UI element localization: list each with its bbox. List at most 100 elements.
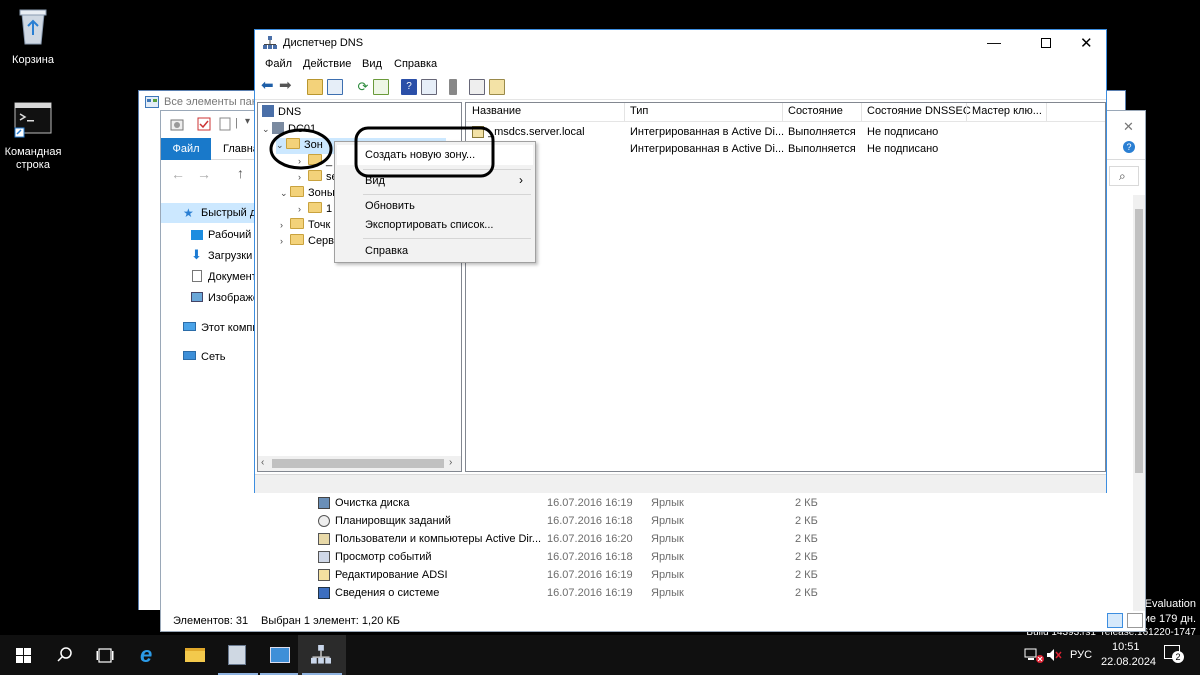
chevron-right-icon[interactable]: › — [280, 220, 290, 230]
export-list-icon[interactable] — [373, 79, 389, 95]
explorer-scrollbar[interactable] — [1133, 195, 1145, 611]
taskbar-internet-explorer[interactable]: e — [126, 635, 174, 675]
file-explorer-icon — [185, 648, 205, 662]
chevron-down-icon[interactable]: ⌄ — [280, 188, 290, 199]
nav-item-quick-access[interactable]: ★ Быстрый до — [161, 203, 262, 223]
menu-view[interactable]: Вид — [362, 58, 382, 70]
dns-titlebar[interactable]: Диспетчер DNS — ✕ — [255, 30, 1106, 56]
search-icon: ⌕ — [1119, 169, 1126, 183]
back-icon[interactable]: ⬅ — [261, 78, 277, 95]
file-date: 16.07.2016 16:19 — [547, 497, 633, 509]
ribbon-expand-icon[interactable]: ✕ — [1123, 119, 1134, 135]
back-arrow-icon[interactable]: ← — [171, 166, 185, 182]
recycle-bin-desktop-icon[interactable]: Корзина — [0, 6, 66, 67]
forward-icon[interactable]: ➡ — [279, 78, 295, 95]
menu-action[interactable]: Действие — [303, 58, 351, 70]
scroll-right-icon[interactable]: › — [449, 457, 452, 468]
file-date: 16.07.2016 16:19 — [547, 569, 633, 581]
forward-arrow-icon[interactable]: → — [197, 166, 211, 182]
tree-item-reverse-sub[interactable]: › 1 — [298, 202, 332, 218]
minimize-button[interactable]: — — [987, 35, 1001, 49]
tree-item-zone-server[interactable]: › se — [298, 170, 338, 186]
row-dnssec: Не подписано — [867, 126, 939, 138]
checkbox-icon[interactable] — [197, 117, 211, 131]
dns-manager-icon — [311, 645, 331, 664]
details-view-icon[interactable] — [1107, 613, 1123, 628]
network-icon — [183, 351, 196, 360]
task-view-button[interactable] — [82, 635, 130, 675]
help-icon[interactable]: ? — [1123, 141, 1135, 153]
search-button[interactable] — [40, 635, 88, 675]
file-row[interactable]: Пользователи и компьютеры Active Dir... … — [313, 531, 913, 549]
taskbar-server-manager[interactable] — [214, 635, 262, 675]
properties-icon[interactable] — [169, 117, 185, 133]
new-page-icon[interactable] — [219, 117, 231, 131]
input-language[interactable]: РУС — [1070, 649, 1092, 661]
row-state: Выполняется — [788, 126, 856, 138]
help-book-icon[interactable]: ? — [401, 79, 417, 95]
close-button[interactable]: ✕ — [1080, 34, 1093, 52]
nav-item-documents[interactable]: Документ — [161, 267, 261, 287]
tree-item-reverse-zones[interactable]: ⌄ Зоны — [280, 186, 335, 202]
action-center-button[interactable]: 2 — [1162, 643, 1184, 665]
dns-window-title: Диспетчер DNS — [283, 37, 364, 49]
refresh-icon[interactable]: ⟳ — [355, 79, 371, 95]
large-icons-view-icon[interactable] — [1127, 613, 1143, 628]
scrollbar-thumb[interactable] — [1135, 209, 1143, 473]
scroll-left-icon[interactable]: ‹ — [261, 457, 264, 468]
ribbon-tab-file[interactable]: Файл — [161, 138, 211, 160]
tree-h-scrollbar[interactable]: ‹ › — [258, 456, 461, 471]
records-icon[interactable] — [489, 79, 505, 95]
context-menu-item-help[interactable]: Справка — [337, 242, 533, 260]
nav-label: Рабочий с — [208, 229, 260, 241]
nav-item-desktop[interactable]: Рабочий с — [161, 225, 261, 245]
scrollbar-thumb[interactable] — [272, 459, 444, 468]
disk-cleanup-icon — [318, 497, 330, 509]
clock-time[interactable]: 10:51 — [1112, 641, 1140, 653]
command-prompt-desktop-icon[interactable]: Командная строка — [0, 100, 66, 172]
up-arrow-icon[interactable]: ↑ — [237, 165, 244, 181]
chevron-right-icon[interactable]: › — [280, 236, 290, 246]
column-header-name[interactable]: Название — [472, 105, 521, 117]
show-hide-tree-icon[interactable] — [327, 79, 343, 95]
file-row[interactable]: Сведения о системе 16.07.2016 16:19 Ярлы… — [313, 585, 913, 603]
folder-icon — [290, 218, 304, 229]
properties-pane-icon[interactable] — [421, 79, 437, 95]
file-row[interactable]: Редактирование ADSI 16.07.2016 16:19 Ярл… — [313, 567, 913, 585]
column-header-state[interactable]: Состояние — [788, 105, 843, 117]
volume-icon[interactable] — [1046, 648, 1062, 662]
clock-date[interactable]: 22.08.2024 — [1101, 656, 1156, 668]
taskbar-control-panel[interactable] — [256, 635, 304, 675]
network-error-icon[interactable] — [1036, 655, 1044, 663]
column-header-dnssec[interactable]: Состояние DNSSEC — [867, 105, 971, 117]
menu-help[interactable]: Справка — [394, 58, 437, 70]
list-row[interactable]: Интегрированная в Active Di... Выполняет… — [466, 141, 1105, 158]
chevron-right-icon[interactable]: › — [298, 204, 308, 214]
chevron-right-icon[interactable]: › — [298, 172, 308, 182]
nav-item-downloads[interactable]: ⬇ Загрузки — [161, 246, 261, 266]
qat-dropdown-icon[interactable]: ▾ — [245, 116, 250, 127]
list-row[interactable]: _msdcs.server.local Интегрированная в Ac… — [466, 124, 1105, 141]
nav-item-network[interactable]: Сеть — [161, 347, 261, 367]
taskbar-file-explorer[interactable] — [172, 635, 220, 675]
menu-file[interactable]: Файл — [265, 58, 292, 70]
nav-item-pictures[interactable]: Изображе — [161, 288, 261, 308]
column-header-type[interactable]: Тип — [630, 105, 648, 117]
tree-item-conditional-forwarders[interactable]: › Серв — [280, 234, 334, 250]
server-icon[interactable] — [449, 79, 457, 95]
list-icon[interactable] — [469, 79, 485, 95]
nav-label: Документ — [208, 271, 257, 283]
file-row[interactable]: Очистка диска 16.07.2016 16:19 Ярлык 2 К… — [313, 495, 913, 513]
nav-item-this-pc[interactable]: Этот компь — [161, 318, 261, 338]
file-row[interactable]: Просмотр событий 16.07.2016 16:18 Ярлык … — [313, 549, 913, 567]
maximize-button[interactable] — [1041, 38, 1051, 48]
context-menu-item-export[interactable]: Экспортировать список... — [337, 216, 533, 234]
taskbar-dns-manager[interactable] — [298, 635, 346, 675]
explorer-search-box[interactable]: ⌕ — [1109, 166, 1139, 186]
column-header-key-master[interactable]: Мастер клю... — [972, 105, 1042, 117]
context-menu-item-refresh[interactable]: Обновить — [337, 197, 533, 215]
tree-item-dns-root[interactable]: DNS — [262, 105, 301, 121]
file-row[interactable]: Планировщик заданий 16.07.2016 16:18 Ярл… — [313, 513, 913, 531]
up-level-icon[interactable] — [307, 79, 323, 95]
tree-item-trust-points[interactable]: › Точк — [280, 218, 330, 234]
